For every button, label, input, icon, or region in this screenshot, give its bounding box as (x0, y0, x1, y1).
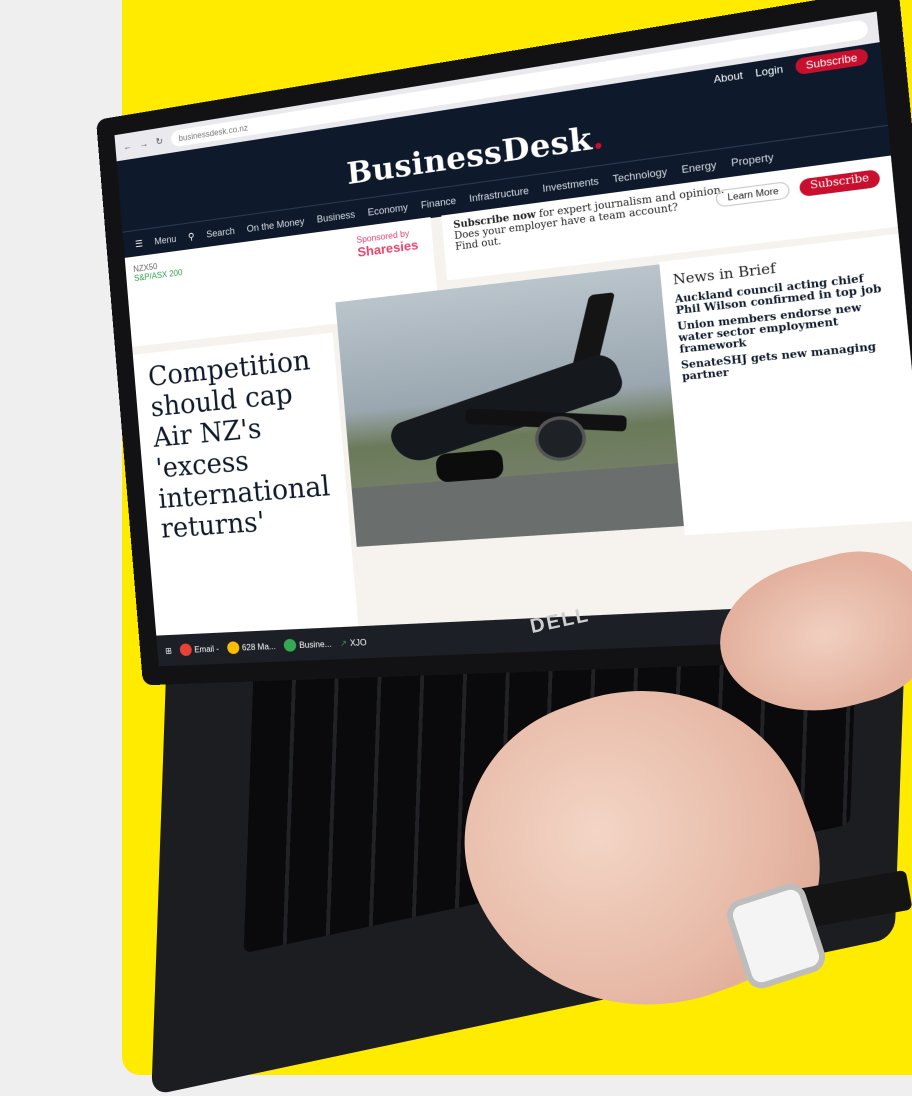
menu-button[interactable]: Menu (154, 234, 177, 247)
nav-technology[interactable]: Technology (612, 166, 667, 185)
news-in-brief-panel: News in Brief Auckland council acting ch… (659, 234, 912, 535)
login-link[interactable]: Login (755, 63, 784, 79)
article-hero-image[interactable] (335, 263, 697, 547)
taskbar-xjo-label: XJO (350, 637, 367, 647)
chrome-icon (179, 643, 192, 656)
nav-property[interactable]: Property (731, 151, 775, 168)
nav-investments[interactable]: Investments (542, 175, 599, 194)
windows-start-icon[interactable]: ⊞ (165, 646, 172, 656)
nav-economy[interactable]: Economy (367, 202, 408, 218)
nav-infrastructure[interactable]: Infrastructure (469, 185, 530, 204)
logo-dot: . (590, 118, 605, 157)
chrome-icon (226, 641, 239, 654)
taskbar-business[interactable]: Busine... (283, 637, 332, 652)
back-icon[interactable]: ← (123, 141, 132, 152)
plane-fuselage (387, 350, 626, 468)
nav-energy[interactable]: Energy (681, 159, 717, 175)
tarmac (352, 462, 698, 547)
menu-icon[interactable]: ☰ (135, 238, 144, 250)
address-text: businessdesk.co.nz (178, 123, 248, 143)
taskbar-628-label: 628 Ma... (241, 641, 276, 652)
reload-icon[interactable]: ↻ (155, 135, 163, 147)
nav-finance[interactable]: Finance (420, 195, 456, 211)
taskbar-email[interactable]: Email - (179, 642, 219, 656)
sponsor-block[interactable]: Sponsored by Sharesies (356, 228, 419, 260)
nav-business[interactable]: Business (316, 209, 355, 225)
taskbar-business-label: Busine... (299, 639, 332, 650)
taskbar-email-label: Email - (194, 644, 219, 654)
plane-gear (435, 449, 504, 483)
about-link[interactable]: About (713, 69, 743, 85)
chrome-icon (283, 639, 296, 652)
nav-on-the-money[interactable]: On the Money (246, 216, 305, 234)
taskbar-628[interactable]: 628 Ma... (226, 640, 276, 655)
search-button[interactable]: Search (206, 226, 235, 240)
taskbar-xjo[interactable]: ↗ XJO (339, 637, 366, 648)
chart-icon: ↗ (339, 638, 347, 648)
forward-icon[interactable]: → (139, 138, 148, 149)
lead-article-headline[interactable]: Competition should cap Air NZ's 'excess … (147, 345, 335, 546)
search-icon[interactable]: ⚲ (188, 231, 195, 243)
lead-article: Competition should cap Air NZ's 'excess … (133, 333, 359, 636)
